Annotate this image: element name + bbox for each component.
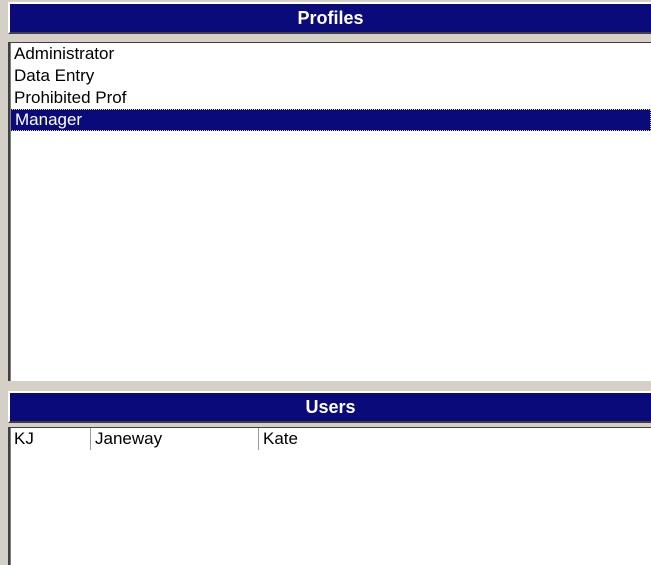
profile-item-administrator[interactable]: Administrator <box>10 43 651 65</box>
profiles-list[interactable]: Administrator Data Entry Prohibited Prof… <box>8 42 651 381</box>
profile-item-label: Manager <box>15 110 83 129</box>
profile-item-data-entry[interactable]: Data Entry <box>10 65 651 87</box>
profile-item-prohibited-prof[interactable]: Prohibited Prof <box>10 87 651 109</box>
table-row[interactable]: KJ Janeway Kate <box>10 428 651 450</box>
profile-item-label: Data Entry <box>14 66 95 85</box>
profile-item-manager[interactable]: Manager <box>10 109 651 131</box>
user-first-name-cell: Kate <box>258 428 651 450</box>
user-last-name-cell: Janeway <box>90 428 258 450</box>
profile-item-label: Prohibited Prof <box>14 88 127 107</box>
profiles-header: Profiles <box>8 2 651 34</box>
profiles-users-window: Profiles Administrator Data Entry Prohib… <box>0 0 651 565</box>
users-list[interactable]: KJ Janeway Kate <box>8 427 651 565</box>
profile-item-label: Administrator <box>14 44 115 63</box>
profiles-header-title: Profiles <box>297 7 364 28</box>
user-initials-cell: KJ <box>14 429 34 448</box>
users-header: Users <box>8 391 651 423</box>
users-header-title: Users <box>305 396 356 417</box>
